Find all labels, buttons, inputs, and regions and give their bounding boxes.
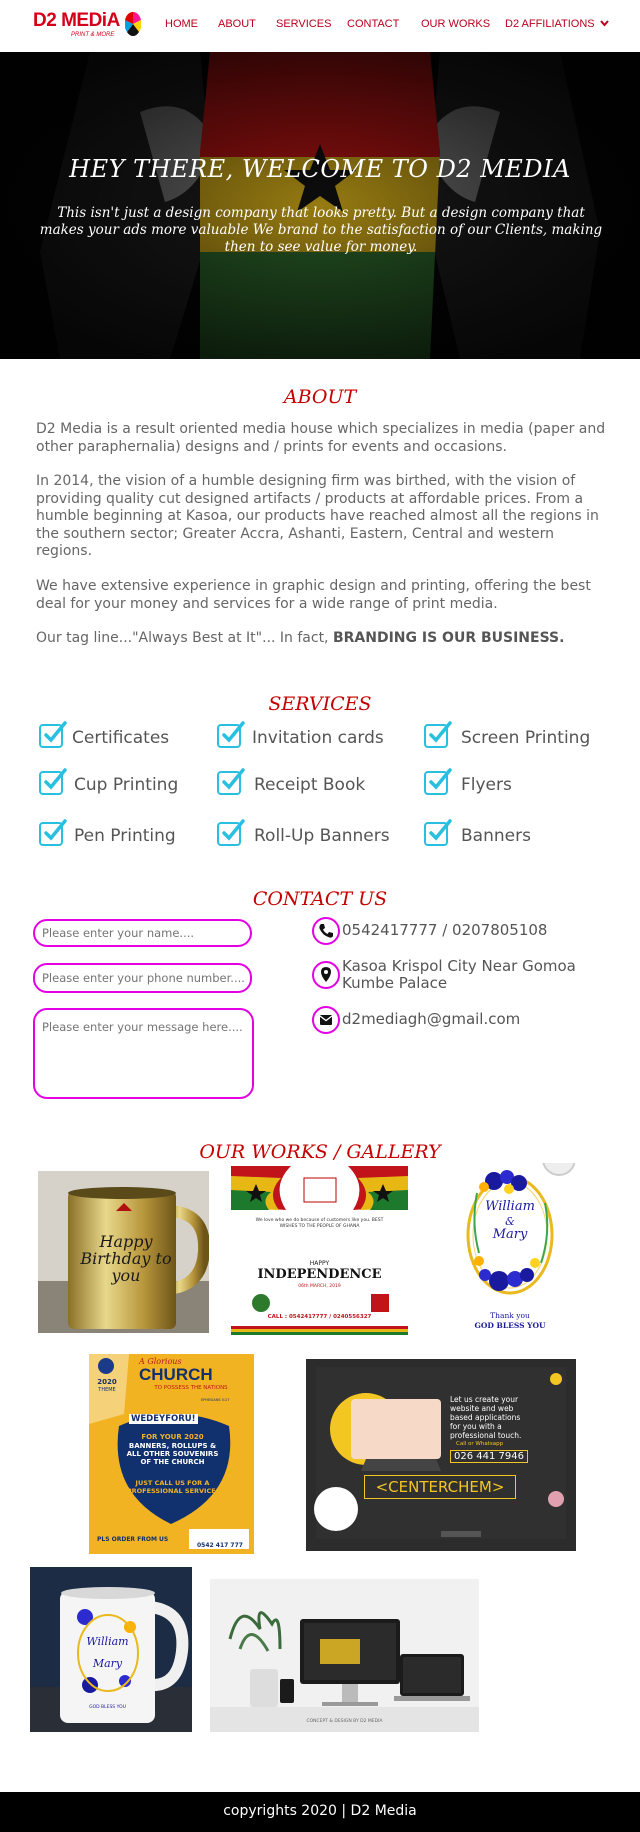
phone-input[interactable] xyxy=(33,963,252,993)
brand-name: D2 MEDiA xyxy=(33,10,120,31)
name-input[interactable] xyxy=(33,919,252,947)
church-body-2: FOR YOUR 2020 xyxy=(141,1433,204,1441)
centerchem-brand: <CENTERCHEM> xyxy=(364,1475,516,1499)
gallery-image-white-mug[interactable]: William Mary GOD BLESS YOU xyxy=(30,1567,192,1732)
checkbox-checked-icon xyxy=(217,819,245,846)
service-label: Pen Printing xyxy=(74,826,176,846)
mug2-name-2: Mary xyxy=(92,1657,123,1670)
service-label: Certificates xyxy=(72,728,170,748)
contact-email[interactable]: d2mediagh@gmail.com xyxy=(342,1011,520,1028)
church-year: 2020 xyxy=(97,1378,117,1386)
color-wheel-icon xyxy=(125,12,141,36)
about-paragraph-2: In 2014, the vision of a humble designin… xyxy=(36,473,599,559)
service-label: Receipt Book xyxy=(254,775,366,795)
independence-date: 06th MARCH, 2019 xyxy=(298,1284,341,1289)
wedding-thanks-2: GOD BLESS YOU xyxy=(474,1321,546,1330)
service-label: Flyers xyxy=(461,775,512,795)
brand-logo[interactable]: D2 MEDiA PRINT & MORE xyxy=(33,10,143,42)
mug-birthday-text: Happy Birthday to you xyxy=(80,1232,172,1285)
independence-flag-art xyxy=(231,1166,408,1335)
mug2-name-1: William xyxy=(86,1635,129,1648)
centerchem-call: Call or Whatsapp xyxy=(456,1441,504,1447)
gallery-image-centerchem[interactable]: Let us create your website and web based… xyxy=(306,1359,576,1551)
checkbox-checked-icon xyxy=(39,768,67,795)
about-paragraph-3: We have extensive experience in graphic … xyxy=(36,578,591,612)
nav-affiliations-label: D2 AFFILIATIONS xyxy=(505,18,595,30)
about-paragraph-1: D2 Media is a result oriented media hous… xyxy=(36,421,606,455)
gallery-image-independence-poster[interactable]: We love who we do because of customers l… xyxy=(231,1166,408,1338)
church-body-1: WEDEYFORU! xyxy=(129,1414,198,1424)
church-body-4: JUST CALL US FOR A PROFESSIONAL SERVICE. xyxy=(126,1479,219,1495)
checkbox-checked-icon xyxy=(39,819,67,846)
tagline-text: Our tag line..."Always Best at It"... In… xyxy=(36,630,333,646)
chevron-down-icon xyxy=(599,20,609,27)
nav-home[interactable]: HOME xyxy=(165,18,198,30)
church-order: PLS ORDER FROM US xyxy=(97,1536,169,1543)
navbar: D2 MEDiA PRINT & MORE HOME ABOUT SERVICE… xyxy=(0,0,640,52)
hero-subtitle: This isn't just a design company that lo… xyxy=(39,205,603,255)
nav-d2-affiliations[interactable]: D2 AFFILIATIONS xyxy=(505,18,609,30)
device-mockup-art xyxy=(210,1579,479,1732)
service-label: Screen Printing xyxy=(461,728,591,748)
gallery-image-gold-mug[interactable]: Happy Birthday to you xyxy=(38,1171,209,1333)
hero-title: HEY THERE, WELCOME TO D2 MEDIA xyxy=(69,155,571,183)
checkbox-checked-icon xyxy=(424,721,452,748)
wedding-name-1: William xyxy=(485,1199,535,1214)
brand-tagline: PRINT & MORE xyxy=(71,32,115,38)
centerchem-phone: 026 441 7946 xyxy=(450,1450,528,1463)
checkbox-checked-icon xyxy=(217,768,245,795)
independence-happy: HAPPY xyxy=(309,1260,330,1267)
nav-services[interactable]: SERVICES xyxy=(276,18,331,30)
about-heading: ABOUT xyxy=(283,386,357,408)
checkbox-checked-icon xyxy=(217,721,245,748)
church-theme-label: THEME xyxy=(98,1387,116,1393)
independence-tagline: We love who we do because of customers l… xyxy=(255,1218,384,1229)
footer: copyrights 2020 | D2 Media xyxy=(0,1792,640,1832)
church-phone: 0542 417 777 xyxy=(197,1542,243,1549)
church-body-3: BANNERS, ROLLUPS & ALL OTHER SOUVENIRS O… xyxy=(126,1442,219,1466)
location-icon-wrap xyxy=(312,961,340,989)
church-title-3: TO POSSESS THE NATIONS xyxy=(154,1385,228,1391)
gallery-image-wedding-wreath[interactable]: William & Mary Thank you GOD BLESS YOU xyxy=(449,1163,575,1339)
gallery-image-church-poster[interactable]: 2020 THEME A Glorious CHURCH TO POSSESS … xyxy=(89,1354,254,1554)
mockup-caption: CONCEPT & DESIGN BY D2 MEDIA xyxy=(306,1719,383,1724)
gallery-heading: OUR WORKS / GALLERY xyxy=(199,1141,441,1163)
wedding-thanks-1: Thank you xyxy=(490,1311,530,1320)
checkbox-checked-icon xyxy=(39,721,67,748)
service-label: Banners xyxy=(461,826,531,846)
service-label: Invitation cards xyxy=(252,728,384,748)
wedding-name-2: Mary xyxy=(492,1227,528,1242)
branding-slogan: BRANDING IS OUR BUSINESS. xyxy=(332,630,565,646)
service-label: Cup Printing xyxy=(74,775,179,795)
nav-about[interactable]: ABOUT xyxy=(218,18,256,30)
checkbox-checked-icon xyxy=(424,768,452,795)
nav-contact[interactable]: CONTACT xyxy=(347,18,399,30)
contact-heading: CONTACT US xyxy=(252,888,388,910)
envelope-icon xyxy=(319,1015,333,1025)
independence-title: INDEPENDENCE xyxy=(257,1267,382,1282)
mug2-footer: GOD BLESS YOU xyxy=(89,1705,126,1710)
footer-copyright: copyrights 2020 | D2 Media xyxy=(223,1803,417,1819)
email-icon-wrap xyxy=(312,1006,340,1034)
services-heading: SERVICES xyxy=(268,693,372,715)
service-label: Roll-Up Banners xyxy=(254,826,390,846)
location-pin-icon xyxy=(321,967,331,982)
gallery-image-device-mockup[interactable]: CONCEPT & DESIGN BY D2 MEDIA xyxy=(210,1579,479,1732)
phone-icon xyxy=(319,924,333,938)
contact-phone-numbers: 0542417777 / 0207805108 xyxy=(342,921,548,939)
nav-our-works[interactable]: OUR WORKS xyxy=(421,18,490,30)
independence-call: CALL : 0542417777 / 0240556327 xyxy=(267,1314,372,1320)
church-ref: EPHESIANS 5:27 xyxy=(201,1398,230,1402)
centerchem-text: Let us create your website and web based… xyxy=(450,1395,522,1440)
about-paragraph-4: Our tag line..."Always Best at It"... In… xyxy=(36,630,611,648)
message-input[interactable] xyxy=(33,1008,254,1099)
church-title-2: CHURCH xyxy=(139,1365,213,1384)
contact-address: Kasoa Krispol City Near Gomoa Kumbe Pala… xyxy=(342,957,576,992)
centerchem-art xyxy=(306,1359,576,1551)
checkbox-checked-icon xyxy=(424,819,452,846)
hero-banner: HEY THERE, WELCOME TO D2 MEDIA This isn'… xyxy=(0,52,640,359)
phone-icon-wrap xyxy=(312,917,340,945)
